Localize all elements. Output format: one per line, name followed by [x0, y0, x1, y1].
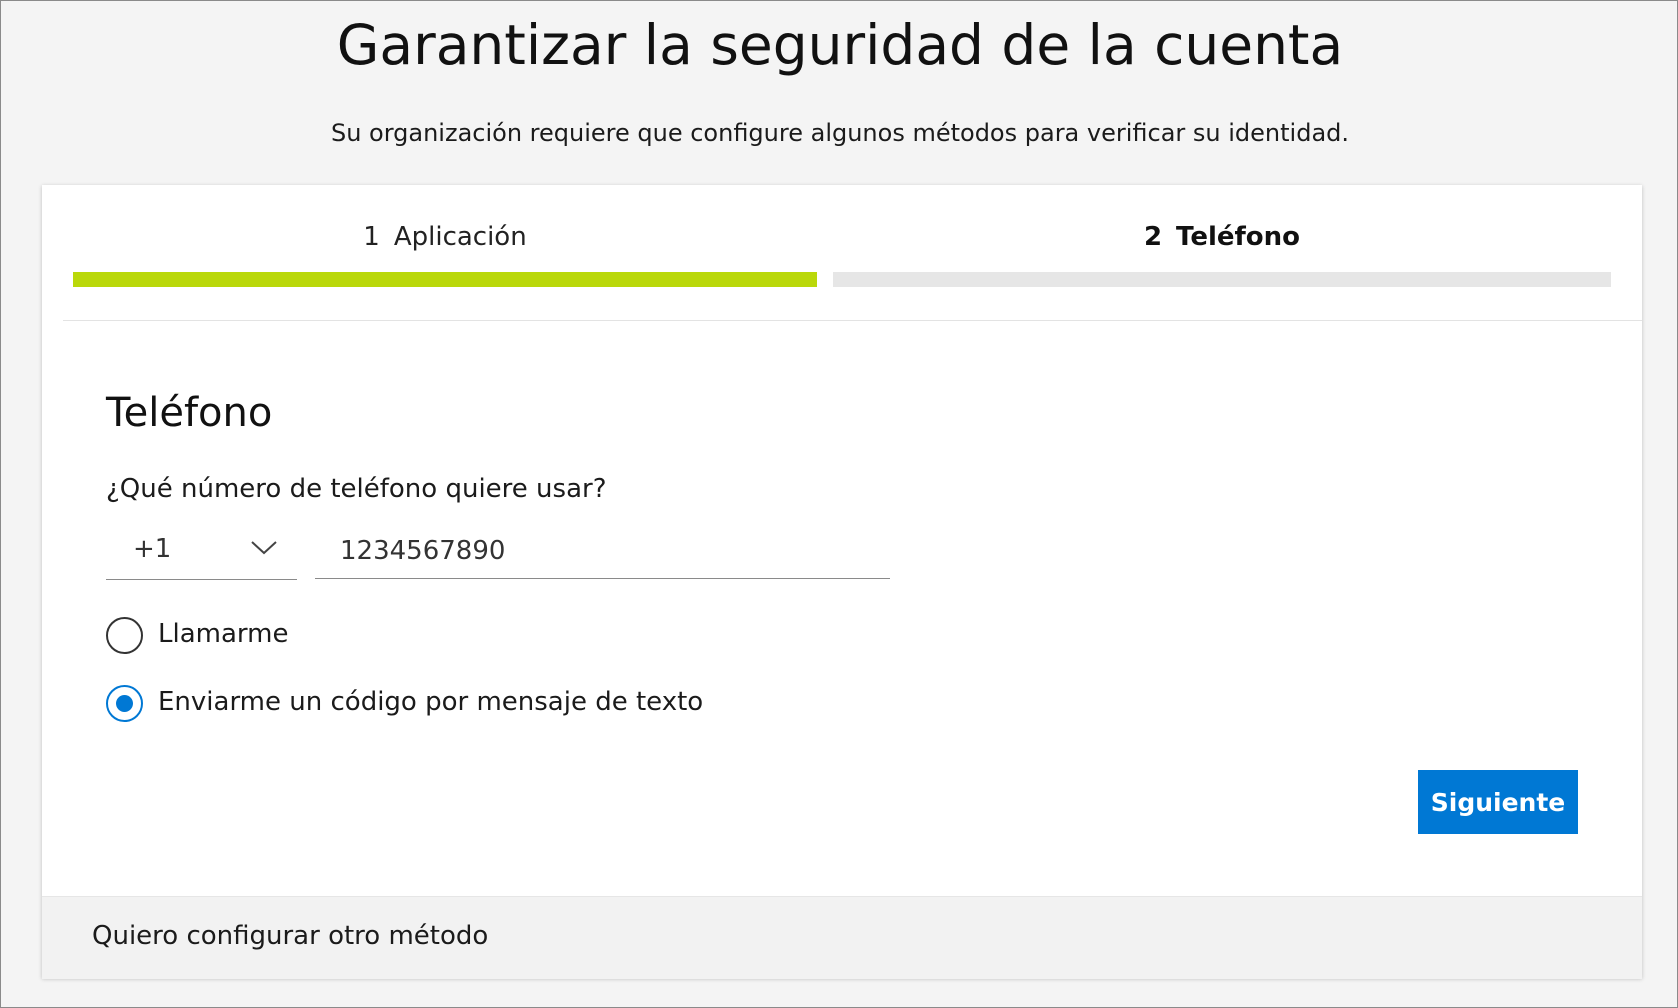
radio-text-me-label: Enviarme un código por mensaje de texto	[158, 687, 704, 717]
country-code-dropdown[interactable]: +1	[106, 523, 297, 580]
step-app-text: Aplicación	[393, 222, 527, 252]
other-method-link[interactable]: Quiero configurar otro método	[92, 921, 488, 951]
section-title: Teléfono	[106, 390, 273, 436]
step-app-number: 1	[363, 222, 380, 252]
step-progress: 1 Aplicación 2 Teléfono	[42, 185, 1642, 321]
phone-number-input[interactable]	[315, 523, 890, 579]
radio-call-me-label: Llamarme	[158, 619, 289, 649]
phone-question: ¿Qué número de teléfono quiere usar?	[106, 474, 607, 504]
step-phone-text: Teléfono	[1176, 222, 1301, 252]
card-footer: Quiero configurar otro método	[42, 896, 1642, 979]
country-code-value: +1	[133, 534, 172, 564]
step-phone-progress-bar	[833, 272, 1611, 287]
next-button[interactable]: Siguiente	[1418, 770, 1578, 834]
chevron-down-icon	[251, 541, 277, 555]
step-app-label: 1 Aplicación	[73, 222, 817, 252]
radio-selected-dot	[116, 695, 133, 712]
step-phone-label: 2 Teléfono	[833, 222, 1611, 252]
step-app-progress-bar	[73, 272, 817, 287]
setup-card: 1 Aplicación 2 Teléfono Teléfono ¿Qué núme…	[42, 185, 1642, 979]
page-subtitle: Su organización requiere que configure a…	[330, 119, 1350, 147]
radio-text-me-circle[interactable]	[106, 685, 143, 722]
page-title: Garantizar la seguridad de la cuenta	[336, 13, 1344, 77]
step-app: 1 Aplicación	[73, 185, 817, 321]
step-phone-number: 2	[1143, 222, 1163, 252]
step-phone: 2 Teléfono	[833, 185, 1611, 321]
radio-call-me-circle[interactable]	[106, 617, 143, 654]
steps-divider	[63, 320, 1642, 321]
